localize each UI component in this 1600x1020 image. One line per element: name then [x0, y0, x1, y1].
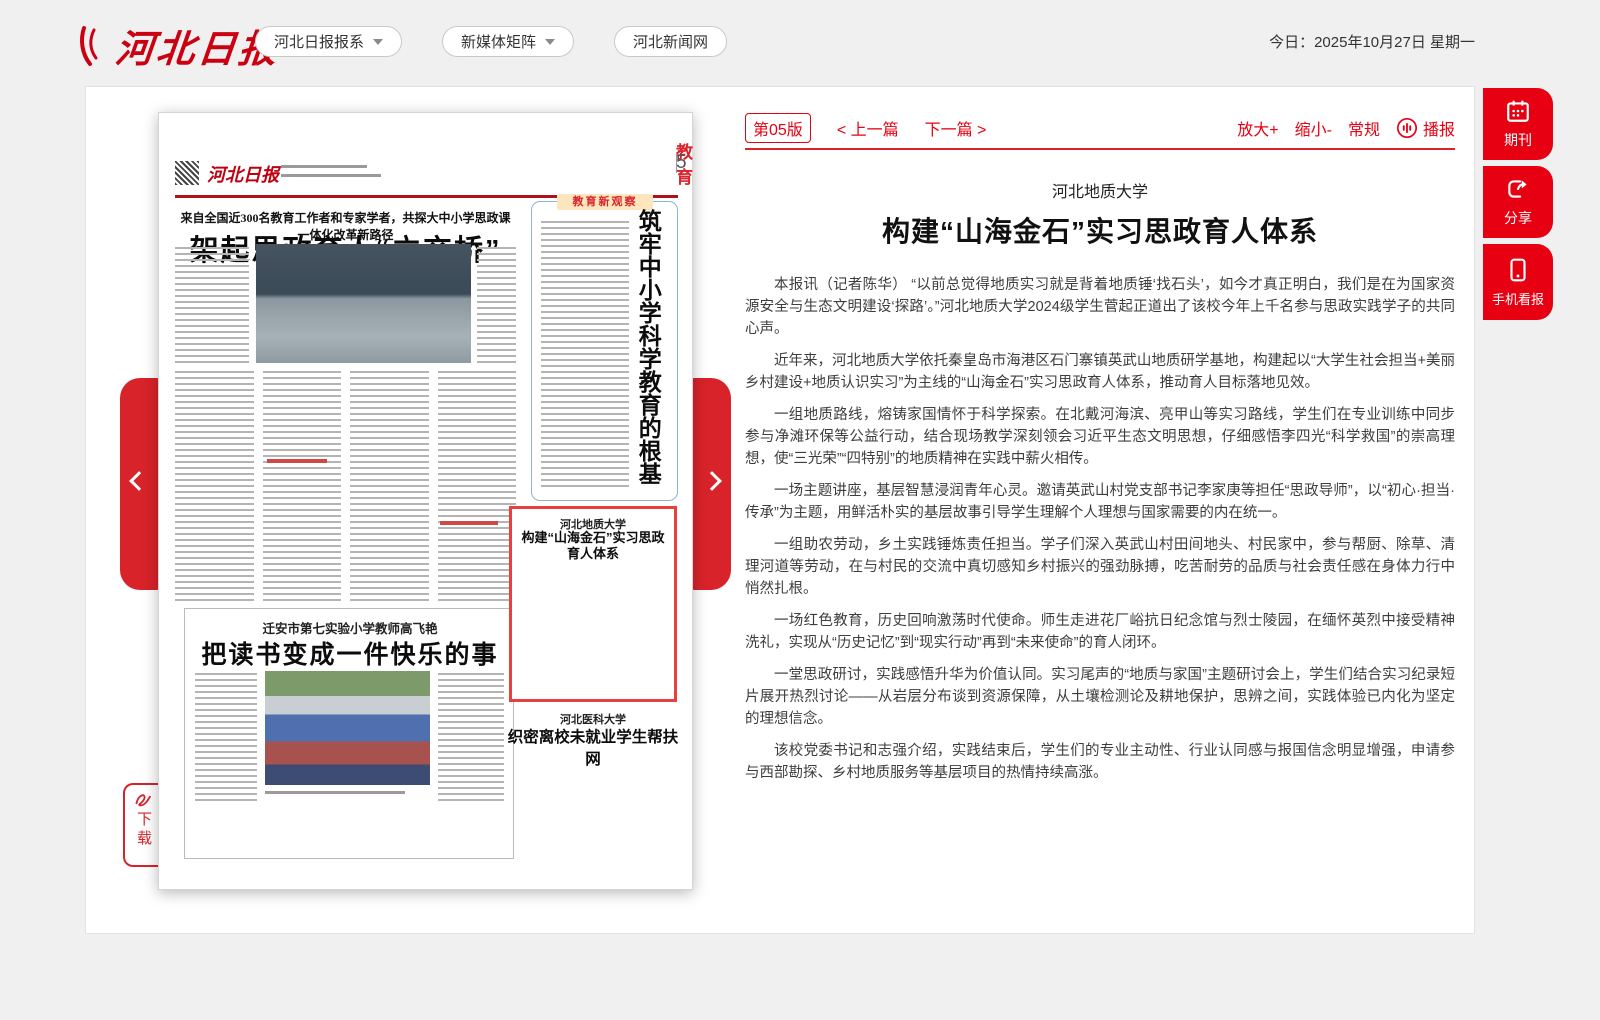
lead-article-photo [256, 244, 471, 363]
phone-icon [1505, 257, 1531, 283]
photo-caption-line [265, 791, 405, 794]
nav-label: 河北日报报系 [274, 31, 364, 52]
middle-article-headline[interactable]: 把读书变成一件快乐的事 [185, 635, 515, 671]
article-kicker: 河北地质大学 [745, 178, 1455, 202]
simulated-text-column [438, 673, 504, 801]
education-observe-badge: 教育新观察 [557, 194, 653, 210]
site-header: 河北日报 河北日报报系 新媒体矩阵 河北新闻网 今日：2025年10月27日 星… [0, 0, 1600, 86]
article-title: 构建“山海金石”实习思政育人体系 [745, 210, 1455, 250]
hebei-daily-logo[interactable]: 河北日报 [78, 18, 280, 73]
article-paragraph: 一场红色教育，历史回响激荡时代使命。师生走进花厂峪抗日纪念馆与烈士陵园，在缅怀英… [745, 610, 1455, 654]
mobile-reading-label: 手机看报 [1492, 289, 1544, 308]
epaper-app: 河北日报 河北日报报系 新媒体矩阵 河北新闻网 今日：2025年10月27日 星… [0, 0, 1600, 1020]
journal-label: 期刊 [1504, 130, 1532, 150]
article-body: 本报讯（记者陈华） “以前总觉得地质实习就是背着地质锤‘找石头’，如今才真正明白… [745, 274, 1455, 784]
nav-label: 新媒体矩阵 [461, 31, 536, 52]
article-reader: 第05版 < 上一篇 下一篇 > 放大+ 缩小- 常规 播报 河北地 [745, 112, 1455, 794]
article-paragraph: 一组地质路线，熔铸家国情怀于科学探索。在北戴河海滨、亮甲山等实习路线，学生们在专… [745, 404, 1455, 470]
simulated-text-column [175, 247, 249, 363]
masthead-editor-line [281, 174, 381, 177]
article-paragraph: 一堂思政研讨，实践感悟升华为价值认同。实习尾声的“地质与家国”主题研讨会上，学生… [745, 664, 1455, 730]
broadcast-button[interactable]: 播报 [1396, 116, 1455, 140]
toolbar-divider [745, 148, 1455, 150]
article-paragraph: 一场主题讲座，基层智慧浸润青年心灵。邀请英武山村党支部书记李家庚等担任“思政导师… [745, 480, 1455, 524]
nav-label: 河北新闻网 [633, 31, 708, 52]
article-paragraph: 该校党委书记和志强介绍，实践结束后，学生们的专业主动性、行业认同感与报国信念明显… [745, 740, 1455, 784]
masthead-date-line [281, 165, 367, 168]
section-page-number: 5 [676, 152, 687, 174]
middle-article-photo [265, 671, 430, 785]
qr-code [175, 161, 199, 185]
simulated-text-column [477, 247, 516, 363]
logo-swoosh-icon [78, 24, 112, 68]
article-paragraph: 本报讯（记者陈华） “以前总觉得地质实习就是背着地质锤‘找石头’，如今才真正明白… [745, 274, 1455, 340]
vertical-article-title[interactable]: 筑牢中小学科学教育的根基 [635, 209, 660, 497]
calendar-icon [1505, 98, 1531, 124]
chevron-down-icon [373, 39, 383, 45]
mobile-reading-button[interactable]: 手机看报 [1483, 244, 1553, 320]
download-label: 下载 [133, 811, 154, 849]
nav-hebei-news-site[interactable]: 河北新闻网 [614, 26, 727, 57]
nav-new-media-matrix[interactable]: 新媒体矩阵 [442, 26, 574, 57]
prev-article-link[interactable]: < 上一篇 [837, 116, 899, 140]
highlighted-article-box[interactable]: 河北地质大学 构建“山海金石”实习思政育人体系 [509, 506, 677, 702]
broadcast-label: 播报 [1423, 116, 1455, 140]
article-toolbar: 第05版 < 上一篇 下一篇 > 放大+ 缩小- 常规 播报 [745, 112, 1455, 144]
share-button[interactable]: 分享 [1483, 166, 1553, 238]
simulated-text-column [541, 221, 629, 489]
bottom-article-columns [506, 751, 678, 873]
speaker-icon [1396, 117, 1418, 139]
toolbar-actions: 放大+ 缩小- 常规 播报 [1237, 116, 1455, 140]
article-paragraph: 近年来，河北地质大学依托秦皇岛市海港区石门寨镇英武山地质研学基地，构建起以“大学… [745, 350, 1455, 394]
normal-size-button[interactable]: 常规 [1348, 116, 1380, 140]
share-icon [1505, 176, 1531, 202]
edition-badge[interactable]: 第05版 [745, 113, 811, 143]
masthead-logo: 河北日报 [207, 161, 279, 187]
lead-article-columns [175, 371, 516, 601]
header-nav: 河北日报报系 新媒体矩阵 河北新闻网 [255, 26, 727, 57]
next-article-link[interactable]: 下一篇 > [925, 116, 987, 140]
newspaper-page-thumbnail[interactable]: 河北日报 教 育 5 来自全国近300名教育工作者和专家学者，共探大中小学思政课… [158, 112, 693, 890]
chevron-right-icon [702, 471, 722, 491]
zoom-out-button[interactable]: 缩小- [1295, 116, 1332, 140]
chevron-left-icon [129, 471, 149, 491]
chevron-down-icon [545, 39, 555, 45]
simulated-text-column [195, 673, 257, 801]
nav-hebei-daily-group[interactable]: 河北日报报系 [255, 26, 402, 57]
zoom-in-button[interactable]: 放大+ [1237, 116, 1278, 140]
share-label: 分享 [1504, 208, 1532, 228]
middle-article-columns [195, 805, 505, 853]
article-paragraph: 一组助农劳动，乡土实践锤炼责任担当。学子们深入英武山村田间地头、村民家中，参与帮… [745, 534, 1455, 600]
journal-button[interactable]: 期刊 [1483, 88, 1553, 160]
pdf-icon [133, 791, 153, 809]
middle-article-box: 迁安市第七实验小学教师高飞艳 把读书变成一件快乐的事 [184, 608, 514, 859]
highlighted-article-columns [520, 553, 666, 693]
today-date: 今日：2025年10月27日 星期一 [1269, 31, 1475, 52]
